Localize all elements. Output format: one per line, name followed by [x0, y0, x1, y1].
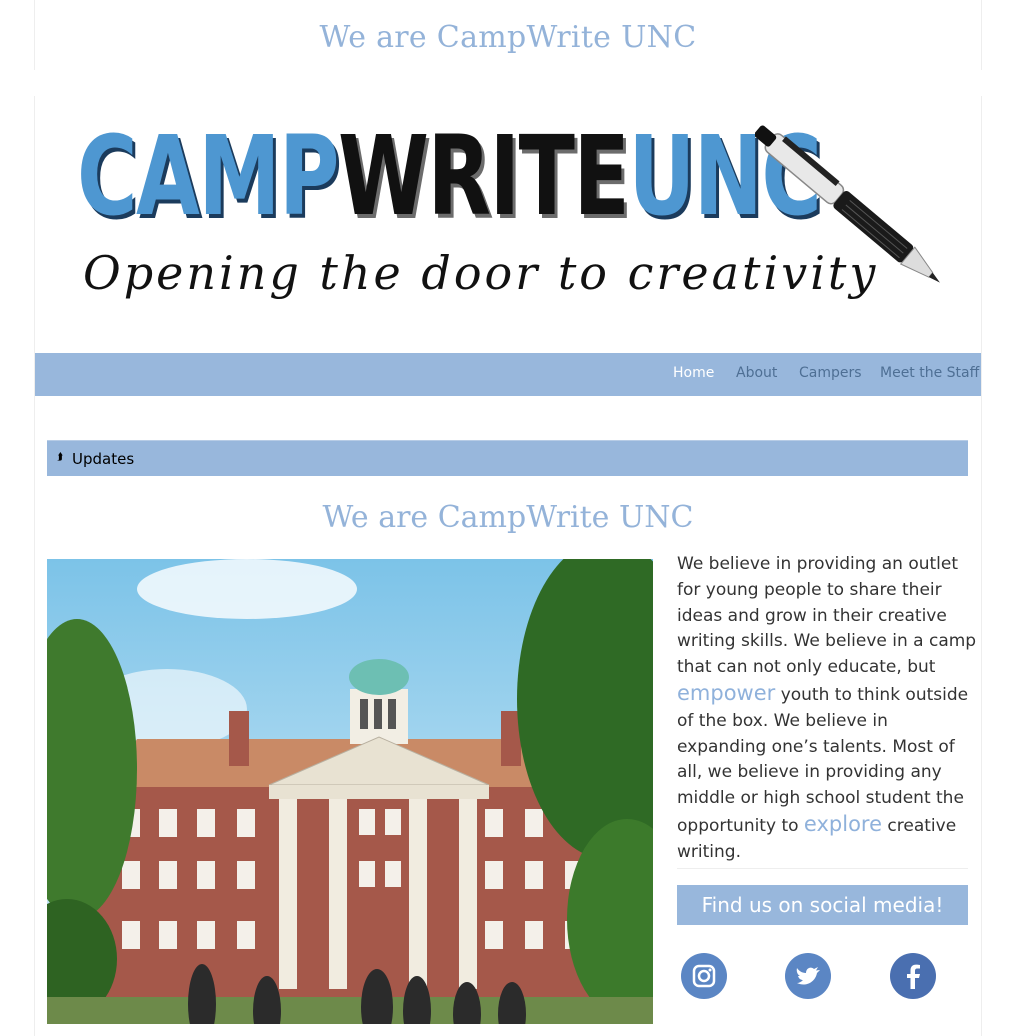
double-chevron-up-icon: ⮭ — [57, 452, 63, 463]
campus-photo — [47, 559, 653, 1024]
main-nav: Home About Campers Meet the Staff — [35, 353, 981, 396]
updates-label: Updates — [72, 450, 135, 468]
facebook-icon[interactable] — [890, 953, 936, 999]
logo-wordmark: CAMPWRITEUNC — [77, 116, 822, 236]
about-paragraph: We believe in providing an outlet for yo… — [677, 552, 977, 866]
highlight-explore: explore — [803, 811, 883, 836]
nav-meet-the-staff[interactable]: Meet the Staff — [880, 365, 979, 381]
divider — [677, 868, 968, 869]
highlight-empower: empower — [677, 680, 776, 705]
updates-toggle[interactable]: ⮭ Updates — [47, 440, 968, 476]
logo-camp: CAMP — [77, 112, 339, 240]
logo-write: WRITE — [337, 112, 630, 240]
logo-banner[interactable]: CAMPWRITEUNC Opening the door to creativ… — [35, 96, 981, 353]
main-content: CAMPWRITEUNC Opening the door to creativ… — [34, 96, 982, 1036]
nav-campers[interactable]: Campers — [799, 365, 862, 381]
instagram-icon[interactable] — [681, 953, 727, 999]
nav-about[interactable]: About — [736, 365, 777, 381]
top-header: We are CampWrite UNC — [34, 0, 982, 70]
nav-home[interactable]: Home — [673, 365, 714, 381]
pen-icon — [755, 125, 940, 283]
site-title[interactable]: We are CampWrite UNC — [35, 20, 981, 55]
twitter-icon[interactable] — [785, 953, 831, 999]
social-media-heading: Find us on social media! — [677, 885, 968, 925]
about-text-1: We believe in providing an outlet for yo… — [677, 554, 977, 678]
page-title: We are CampWrite UNC — [322, 500, 694, 535]
